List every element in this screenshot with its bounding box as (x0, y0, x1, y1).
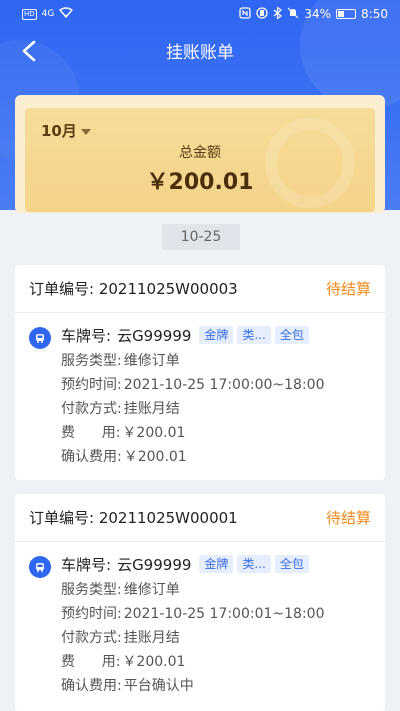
back-button[interactable] (14, 36, 44, 66)
plate-label: 车牌号: (61, 555, 112, 574)
info-key: 服务类型: (61, 353, 122, 369)
info-key: 付款方式: (61, 401, 122, 417)
car-icon (29, 327, 51, 349)
info-row-appointment-time: 预约时间: 2021-10-25 17:00:00~18:00 (61, 373, 371, 397)
info-value: ￥200.01 (123, 449, 187, 465)
plate-value: 云G99999 (117, 326, 192, 345)
info-row-fee: 费 用: ￥200.01 (61, 650, 371, 674)
hd-icon: HD (22, 8, 37, 20)
mute-icon (287, 7, 299, 22)
info-row-appointment-time: 预约时间: 2021-10-25 17:00:01~18:00 (61, 602, 371, 626)
info-key: 预约时间: (61, 606, 122, 622)
info-value: 维修订单 (123, 582, 180, 598)
vibrate-icon (256, 6, 269, 22)
back-arrow-icon (22, 40, 36, 62)
info-key: 费 用: (61, 654, 121, 670)
battery-icon (336, 9, 357, 19)
order-number: 订单编号: 20211025W00003 (29, 280, 238, 298)
info-row-confirmed-fee: 确认费用: 平台确认中 (61, 674, 371, 698)
info-row-payment-method: 付款方式: 挂账月结 (61, 626, 371, 650)
info-key: 确认费用: (61, 678, 122, 694)
tag-badge: 金牌 (199, 326, 234, 344)
total-label: 总金额 (179, 145, 221, 161)
info-key: 预约时间: (61, 377, 122, 393)
order-card[interactable]: 订单编号: 20211025W00003 待结算 车牌号: 云G99999 金牌… (15, 265, 385, 480)
date-group-label: 10-25 (162, 224, 240, 250)
info-key: 确认费用: (61, 449, 122, 465)
tag-badge: 类... (237, 326, 271, 344)
order-card[interactable]: 订单编号: 20211025W00001 待结算 车牌号: 云G99999 金牌… (15, 494, 385, 711)
tag-badge: 类... (237, 555, 271, 573)
navigation-bar: 挂账账单 (0, 28, 400, 72)
page-title: 挂账账单 (166, 42, 234, 63)
total-amount: ￥200.01 (146, 170, 254, 195)
info-key: 服务类型: (61, 582, 122, 598)
nfc-icon (239, 6, 252, 22)
summary-card: 10月 总金额 ￥200.01 (25, 108, 375, 212)
info-key: 费 用: (61, 425, 121, 441)
info-value: 2021-10-25 17:00:00~18:00 (123, 377, 325, 393)
clock: 8:50 (361, 7, 388, 21)
plate-value: 云G99999 (117, 555, 192, 574)
tag-badge: 全包 (274, 326, 309, 344)
tag-badge: 金牌 (199, 555, 234, 573)
info-value: 挂账月结 (123, 401, 180, 417)
wifi-icon (59, 7, 74, 21)
order-status: 待结算 (325, 509, 371, 527)
status-bar: HD 4G 34% 8:50 (0, 0, 400, 28)
info-key: 付款方式: (61, 630, 122, 646)
info-value: 维修订单 (123, 353, 180, 369)
plate-label: 车牌号: (61, 326, 112, 345)
info-value: 2021-10-25 17:00:01~18:00 (123, 606, 325, 622)
chevron-down-icon (80, 128, 91, 135)
signal-icon: 4G (41, 9, 55, 19)
info-value: ￥200.01 (122, 425, 186, 441)
month-label: 10月 (41, 122, 77, 140)
info-value: 挂账月结 (123, 630, 180, 646)
info-row-fee: 费 用: ￥200.01 (61, 421, 371, 445)
battery-percent: 34% (304, 7, 332, 21)
info-row-confirmed-fee: 确认费用: ￥200.01 (61, 445, 371, 469)
order-status: 待结算 (325, 280, 371, 298)
order-number: 订单编号: 20211025W00001 (29, 509, 238, 527)
tag-badge: 全包 (274, 555, 309, 573)
info-row-service-type: 服务类型: 维修订单 (61, 578, 371, 602)
car-icon (29, 556, 51, 578)
info-value: 平台确认中 (123, 678, 194, 694)
month-selector[interactable]: 10月 (41, 120, 91, 141)
info-value: ￥200.01 (122, 654, 186, 670)
info-row-service-type: 服务类型: 维修订单 (61, 349, 371, 373)
info-row-payment-method: 付款方式: 挂账月结 (61, 397, 371, 421)
bluetooth-icon (273, 5, 283, 22)
